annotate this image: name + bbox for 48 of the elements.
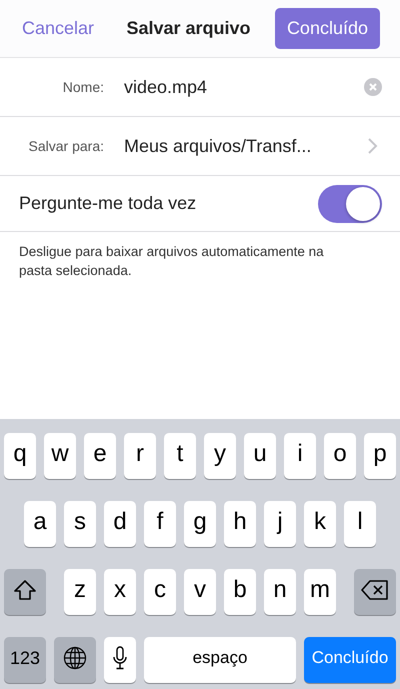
keyboard-key[interactable]: r [124, 433, 156, 479]
shift-key[interactable] [4, 569, 46, 615]
keyboard-key[interactable]: t [164, 433, 196, 479]
keyboard-key[interactable]: x [104, 569, 136, 615]
field-label: Salvar para: [28, 138, 104, 154]
keyboard-key[interactable]: b [224, 569, 256, 615]
keyboard-key[interactable]: k [304, 501, 336, 547]
screen-title: Salvar arquivo [125, 18, 252, 39]
keyboard-key[interactable]: e [84, 433, 116, 479]
numbers-key[interactable]: 123 [4, 637, 46, 683]
folder-path[interactable]: Meus arquivos/Transf... [124, 136, 368, 156]
keyboard-key[interactable]: u [244, 433, 276, 479]
globe-icon [63, 646, 87, 670]
keyboard-key[interactable]: n [264, 569, 296, 615]
backspace-icon [361, 580, 389, 600]
keyboard-key[interactable]: f [144, 501, 176, 547]
keyboard-key[interactable]: c [144, 569, 176, 615]
microphone-icon [113, 646, 127, 670]
keyboard-key[interactable]: a [24, 501, 56, 547]
globe-key[interactable] [54, 637, 96, 683]
chevron-icon [368, 138, 378, 154]
toggle-label: Pergunte-me toda vez [19, 193, 196, 214]
name-field[interactable]: video.mp4 [124, 76, 364, 98]
keyboard-key[interactable]: y [204, 433, 236, 479]
keyboard-key[interactable]: w [44, 433, 76, 479]
toggle-switch[interactable] [318, 184, 382, 222]
done-key[interactable]: Concluído [304, 637, 396, 683]
keyboard-key[interactable]: o [324, 433, 356, 479]
keyboard-key[interactable]: l [344, 501, 376, 547]
keyboard-key[interactable]: i [284, 433, 316, 479]
keyboard-key[interactable]: j [264, 501, 296, 547]
shift-icon [14, 580, 36, 600]
microphone-key[interactable] [104, 637, 136, 683]
keyboard-key[interactable]: z [64, 569, 96, 615]
keyboard-key[interactable]: p [364, 433, 396, 479]
keyboard-key[interactable]: m [304, 569, 336, 615]
field-label: Nome: [62, 79, 104, 95]
cancel-button[interactable]: Cancelar [22, 18, 94, 39]
keyboard-key[interactable]: g [184, 501, 216, 547]
keyboard-key[interactable]: d [104, 501, 136, 547]
done-button[interactable]: Concluído [274, 8, 380, 49]
keyboard-key[interactable]: h [224, 501, 256, 547]
hint-text: Desligue para baixar arquivos automaticamente na pasta selecionada. [18, 243, 325, 280]
keyboard-key[interactable]: q [4, 433, 36, 479]
backspace-key[interactable] [354, 569, 396, 615]
keyboard-key[interactable]: v [184, 569, 216, 615]
keyboard-key[interactable]: s [64, 501, 96, 547]
space-key[interactable]: espaço [144, 637, 296, 683]
